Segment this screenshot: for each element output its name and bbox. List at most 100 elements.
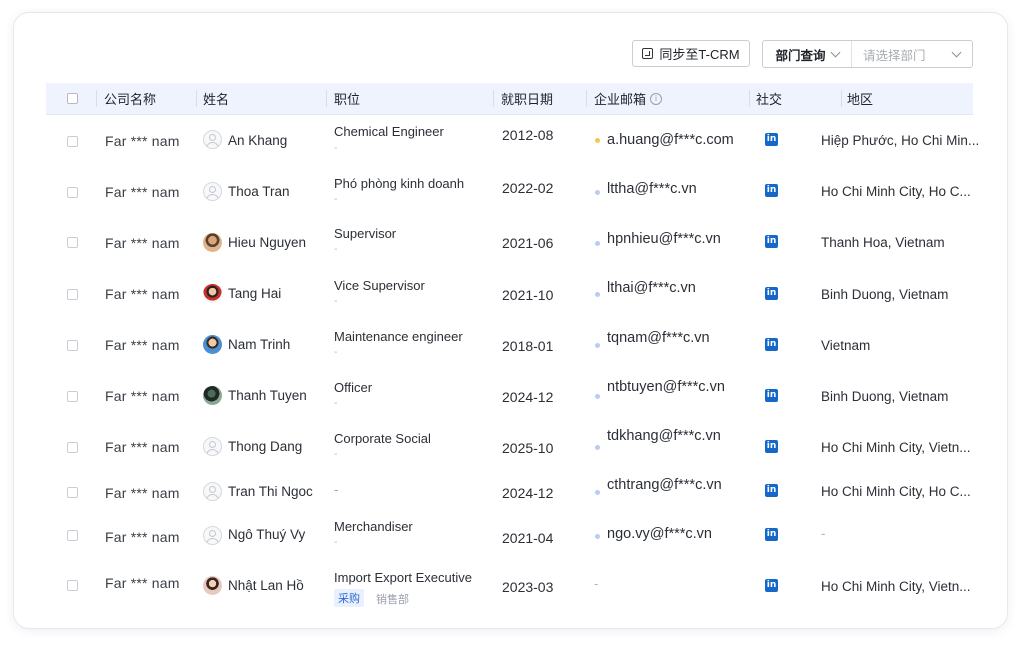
region: Thanh Hoa, Vietnam — [821, 235, 945, 250]
job-title: Import Export Executive — [334, 570, 472, 585]
hire-date: 2018-01 — [502, 338, 554, 354]
contact-name[interactable]: Thong Dang — [228, 439, 302, 454]
contact-name[interactable]: Thoa Tran — [228, 184, 290, 199]
contact-name[interactable]: Nam Trinh — [228, 337, 290, 352]
sync-to-crm-button[interactable]: 同步至T-CRM — [632, 40, 750, 67]
email-address[interactable]: ntbtuyen@f***c.vn — [607, 379, 725, 395]
table-row[interactable]: Far *** nam Thanh Tuyen Officer - 2024-1… — [46, 372, 973, 422]
table-row[interactable]: Far *** nam Thong Dang Corporate Social … — [46, 423, 973, 473]
row-checkbox[interactable] — [67, 187, 78, 198]
hire-date: 2021-10 — [502, 287, 554, 303]
job-title: Maintenance engineer — [334, 329, 463, 344]
header-social[interactable]: 社交 — [756, 83, 782, 114]
header-email[interactable]: 企业邮箱 i — [594, 83, 663, 114]
job-title: Supervisor — [334, 226, 397, 241]
company-name[interactable]: Far *** nam — [105, 286, 180, 302]
department-query-button[interactable]: 部门查询 — [763, 41, 852, 67]
company-name[interactable]: Far *** nam — [105, 575, 180, 591]
linkedin-icon[interactable]: in — [765, 338, 778, 351]
linkedin-icon[interactable]: in — [765, 287, 778, 300]
table-row[interactable]: Far *** nam Tang Hai Vice Supervisor - 2… — [46, 270, 973, 320]
job-title-sub: - — [334, 449, 338, 460]
job-title-sub: - — [334, 296, 338, 307]
row-checkbox[interactable] — [67, 136, 78, 147]
header-company[interactable]: 公司名称 — [104, 83, 156, 114]
linkedin-icon[interactable]: in — [765, 133, 778, 146]
company-name[interactable]: Far *** nam — [105, 235, 180, 251]
linkedin-icon[interactable]: in — [765, 579, 778, 592]
avatar-placeholder-icon — [203, 526, 222, 545]
linkedin-icon[interactable]: in — [765, 484, 778, 497]
linkedin-icon[interactable]: in — [765, 440, 778, 453]
hire-date: 2012-08 — [502, 127, 554, 143]
contact-name[interactable]: Thanh Tuyen — [228, 388, 307, 403]
job-title-sub: - — [334, 537, 338, 548]
department-select[interactable]: 请选择部门 — [852, 41, 972, 67]
email-address[interactable]: tqnam@f***c.vn — [607, 330, 710, 346]
avatar-placeholder-icon — [203, 437, 222, 456]
table-row[interactable]: Far *** nam An Khang Chemical Engineer -… — [46, 116, 979, 166]
company-name[interactable]: Far *** nam — [105, 133, 180, 149]
department-tag: 采购 — [334, 589, 364, 607]
table-row[interactable]: Far *** nam Hieu Nguyen Supervisor - 202… — [46, 219, 973, 269]
job-title: Corporate Social — [334, 431, 431, 446]
row-checkbox[interactable] — [67, 487, 78, 498]
header-date[interactable]: 就职日期 — [501, 83, 553, 114]
region: Binh Duong, Vietnam — [821, 389, 949, 404]
email-address[interactable]: a.huang@f***c.com — [607, 132, 734, 148]
company-name[interactable]: Far *** nam — [105, 388, 180, 404]
row-checkbox[interactable] — [67, 530, 78, 541]
info-icon[interactable]: i — [650, 92, 663, 105]
email-address[interactable]: hpnhieu@f***c.vn — [607, 231, 721, 247]
email-status-dot — [595, 490, 600, 495]
company-name[interactable]: Far *** nam — [105, 485, 180, 501]
contact-name[interactable]: Ngô Thuý Vy — [228, 527, 305, 542]
company-name[interactable]: Far *** nam — [105, 337, 180, 353]
chevron-down-icon — [830, 47, 840, 58]
linkedin-icon[interactable]: in — [765, 528, 778, 541]
table-row[interactable]: Far *** nam Ngô Thuý Vy Merchandiser - 2… — [46, 513, 973, 563]
contact-name[interactable]: An Khang — [228, 133, 287, 148]
email-status-dot — [595, 138, 600, 143]
email-address[interactable]: lttha@f***c.vn — [607, 181, 697, 197]
table-row[interactable]: Far *** nam Nam Trinh Maintenance engine… — [46, 321, 973, 371]
chevron-down-icon — [951, 47, 962, 58]
table-row[interactable]: Far *** nam Nhật Lan Hồ Import Export Ex… — [46, 562, 973, 612]
avatar-photo — [203, 386, 222, 405]
job-title: Vice Supervisor — [334, 278, 425, 293]
contact-name[interactable]: Hieu Nguyen — [228, 235, 306, 250]
header-region[interactable]: 地区 — [847, 83, 873, 114]
select-all-checkbox[interactable] — [67, 93, 78, 104]
contact-name[interactable]: Nhật Lan Hồ — [228, 578, 304, 593]
department-select-placeholder: 请选择部门 — [863, 48, 926, 63]
row-checkbox[interactable] — [67, 442, 78, 453]
linkedin-icon[interactable]: in — [765, 235, 778, 248]
email-address[interactable]: cthtrang@f***c.vn — [607, 477, 722, 493]
company-name[interactable]: Far *** nam — [105, 529, 180, 545]
row-checkbox[interactable] — [67, 340, 78, 351]
contact-name[interactable]: Tang Hai — [228, 286, 281, 301]
region: Ho Chi Minh City, Vietn... — [821, 579, 971, 594]
header-name[interactable]: 姓名 — [203, 83, 229, 114]
linkedin-icon[interactable]: in — [765, 389, 778, 402]
job-title: Phó phòng kinh doanh — [334, 176, 465, 191]
table-row[interactable]: Far *** nam Thoa Tran Phó phòng kinh doa… — [46, 168, 973, 218]
email-address[interactable]: tdkhang@f***c.vn — [607, 428, 721, 444]
company-name[interactable]: Far *** nam — [105, 184, 180, 200]
job-title-sub: - — [334, 244, 338, 255]
company-name[interactable]: Far *** nam — [105, 439, 180, 455]
header-title[interactable]: 职位 — [334, 83, 360, 114]
region: Ho Chi Minh City, Ho C... — [821, 184, 971, 199]
linkedin-icon[interactable]: in — [765, 184, 778, 197]
email-address[interactable]: ngo.vy@f***c.vn — [607, 526, 712, 542]
row-checkbox[interactable] — [67, 391, 78, 402]
region: - — [821, 526, 826, 541]
row-checkbox[interactable] — [67, 289, 78, 300]
email-address[interactable]: lthai@f***c.vn — [607, 280, 696, 296]
department-filter: 部门查询 请选择部门 — [762, 40, 973, 68]
job-title: Officer — [334, 380, 373, 395]
row-checkbox[interactable] — [67, 237, 78, 248]
contact-name[interactable]: Tran Thi Ngoc — [228, 484, 313, 499]
sync-icon — [642, 48, 654, 59]
row-checkbox[interactable] — [67, 580, 78, 591]
